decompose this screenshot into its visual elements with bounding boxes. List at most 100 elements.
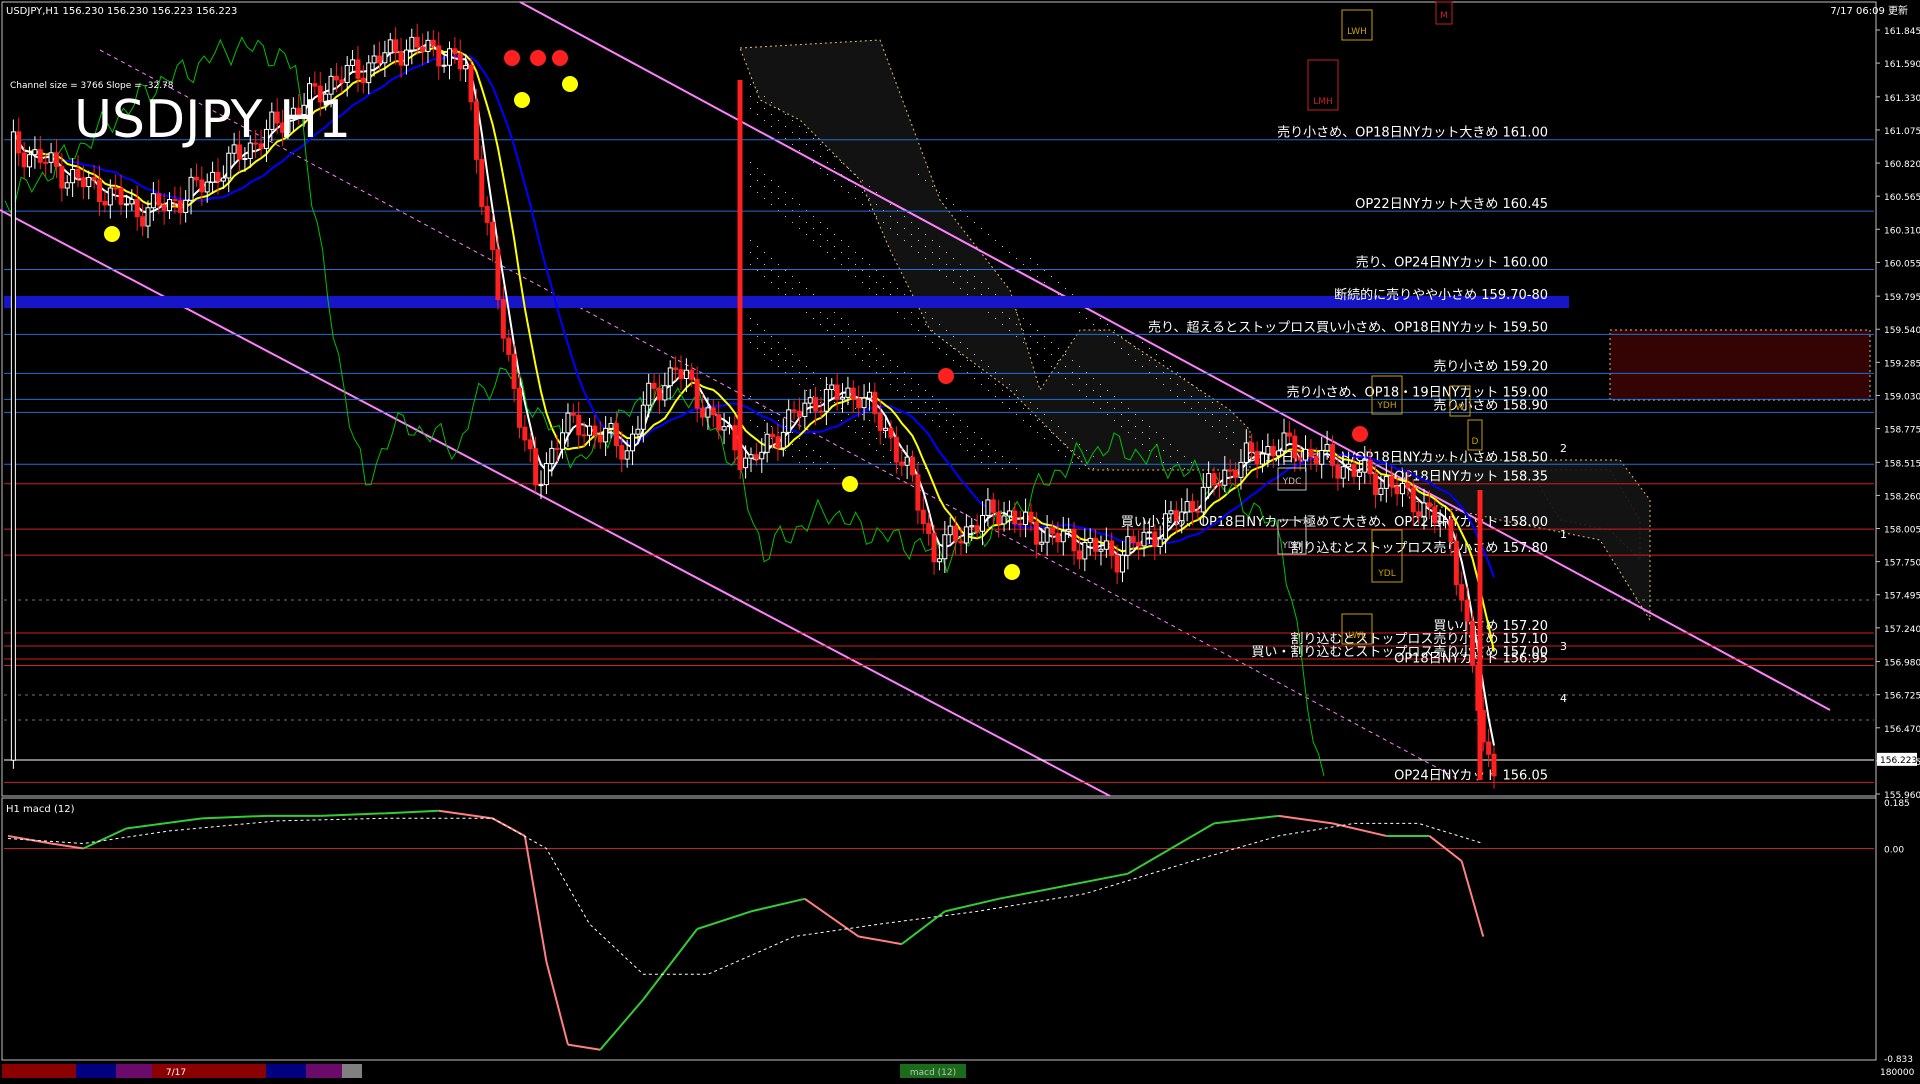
period-tab-8[interactable] [306,1064,342,1078]
candle-body [1389,476,1395,488]
cloud-dot [1086,396,1087,397]
cloud-dot [813,318,814,319]
cloud-dot [813,384,814,385]
period-tab-7[interactable] [266,1064,306,1078]
candle-body [764,433,770,453]
cloud-dot [785,138,786,139]
cloud-dot [1149,438,1150,439]
cloud-dot [813,216,814,217]
cloud-dot [946,198,947,199]
cloud-dot [1135,426,1136,427]
candle-body [861,397,867,409]
cloud-dot [1009,318,1010,319]
cloud-dot [1023,420,1024,421]
chart-canvas[interactable]: 売り小さめ、OP18日NYカット大きめ 161.00 OP22日NYカット大きめ … [0,0,1920,1080]
price-tick-label: 161.590 [1884,60,1920,70]
cloud-dot [1100,408,1101,409]
candle-body [123,203,129,206]
candle-body [1319,449,1325,465]
candle-body [942,534,948,560]
cloud-dot [813,138,814,139]
level-label: 割り込むとストップロス売り小さめ 157.80 [1290,540,1548,556]
cloud-dot [869,288,870,289]
cloud-dot [869,420,870,421]
cloud-dot [953,270,954,271]
cloud-dot [1226,438,1227,439]
cloud-dot [848,246,849,247]
candle-body [70,169,76,184]
cloud-dot [1079,378,1080,379]
candle-body [1066,528,1072,532]
cloud-dot [771,438,772,439]
candle-body [210,171,216,183]
cloud-dot [848,348,849,349]
cloud-dot [925,390,926,391]
candle-body [640,404,646,430]
cloud-dot [946,330,947,331]
cloud-dot [974,432,975,433]
cloud-dot [1030,414,1031,415]
candle-body [990,499,996,513]
cloud-dot [1156,354,1157,355]
cloud-dot [1065,288,1066,289]
cloud-dot [764,186,765,187]
price-tick-label: 158.005 [1884,526,1920,536]
candle-body [468,65,474,103]
period-tab-2[interactable] [40,1064,76,1078]
cloud-dot [939,192,940,193]
cloud-dot [904,372,905,373]
cloud-dot [974,276,975,277]
cloud-dot [876,450,877,451]
cloud-dot [813,450,814,451]
candle-body [678,369,684,379]
candle-body [1184,501,1190,513]
candle-body [904,456,910,466]
candle-body [936,558,942,563]
cloud-dot [932,318,933,319]
cloud-dot [995,384,996,385]
cloud-dot [953,414,954,415]
cloud-dot [785,372,786,373]
period-tab-1[interactable] [2,1064,40,1078]
period-tab-6[interactable] [200,1064,266,1078]
cloud-dot [925,312,926,313]
cloud-dot [1142,342,1143,343]
candle-body [673,367,679,371]
candle-body [796,410,802,418]
candle-body [1076,550,1082,560]
cloud-dot [1065,432,1066,433]
candle-body [516,387,522,428]
candle-body [1033,521,1039,545]
cloud-dot [946,252,947,253]
cloud-dot [1086,372,1087,373]
cloud-dot [1037,420,1038,421]
cloud-dot [1163,438,1164,439]
cloud-dot [792,456,793,457]
cloud-dot [834,168,835,169]
cloud-dot [820,222,821,223]
period-tab-9[interactable] [342,1064,362,1078]
cloud-dot [925,246,926,247]
period-tab-4[interactable] [116,1064,152,1078]
cloud-dot [841,408,842,409]
cloud-dot [1135,414,1136,415]
cloud-dot [1114,408,1115,409]
cloud-dot [953,426,954,427]
cloud-dot [778,354,779,355]
cloud-dot [1100,462,1101,463]
cloud-dot [764,276,765,277]
candle-body [780,431,786,449]
cloud-dot [1107,414,1108,415]
cloud-dot [855,252,856,253]
cloud-dot [1079,456,1080,457]
cloud-dot [834,156,835,157]
cloud-dot [1065,456,1066,457]
cloud-dot [855,408,856,409]
cloud-dot [1219,432,1220,433]
cloud-dot [911,222,912,223]
period-tab-3[interactable] [76,1064,116,1078]
cloud-dot [1107,402,1108,403]
cloud-dot [771,102,772,103]
cloud-dot [771,270,772,271]
marker-label: LWL [1348,631,1366,641]
